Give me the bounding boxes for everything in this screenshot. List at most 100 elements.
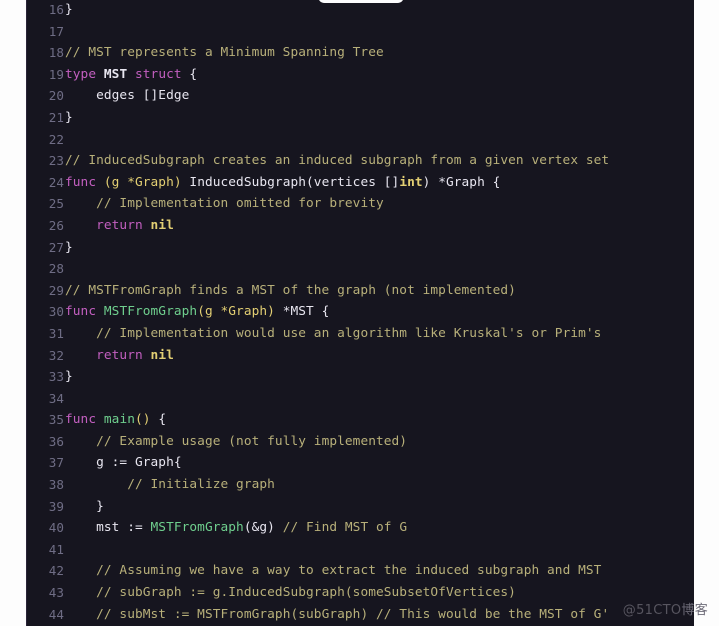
code-line[interactable]: 25 // Implementation omitted for brevity: [26, 193, 694, 215]
code-line[interactable]: 41: [26, 539, 694, 561]
line-source[interactable]: // MST represents a Minimum Spanning Tre…: [65, 42, 384, 64]
line-number: 35: [48, 412, 64, 428]
line-number: 33: [48, 369, 64, 385]
code-line[interactable]: 35 func main() {: [26, 409, 694, 431]
code-line[interactable]: 33}: [26, 366, 694, 388]
line-source[interactable]: // MSTFromGraph finds a MST of the graph…: [65, 280, 516, 302]
line-source[interactable]: return nil: [65, 345, 174, 367]
line-number: 21: [48, 109, 64, 125]
code-line[interactable]: 19 type MST struct {: [26, 64, 694, 86]
code-line[interactable]: 40 mst := MSTFromGraph(&g) // Find MST o…: [26, 517, 694, 539]
line-source[interactable]: }: [65, 496, 104, 518]
code-line[interactable]: 34: [26, 388, 694, 410]
code-token: }: [65, 498, 104, 514]
code-line[interactable]: 28: [26, 258, 694, 280]
code-line[interactable]: 36 // Example usage (not fully implement…: [26, 431, 694, 453]
code-token: g := Graph{: [65, 455, 182, 471]
line-source[interactable]: }: [65, 107, 73, 129]
code-line[interactable]: 37 g := Graph{: [26, 452, 694, 474]
code-line[interactable]: 38 // Initialize graph: [26, 474, 694, 496]
line-source[interactable]: // subMst := MSTFromGraph(subGraph) // T…: [65, 604, 609, 626]
code-line[interactable]: 39 }: [26, 496, 694, 518]
line-number: 24: [48, 174, 64, 190]
line-source[interactable]: func MSTFromGraph(g *Graph) *MST {: [65, 301, 329, 323]
code-line-list[interactable]: 16} 17 18// MST represents a Minimum Spann…: [26, 0, 694, 625]
code-line[interactable]: 23// InducedSubgraph creates an induced …: [26, 150, 694, 172]
code-line[interactable]: 21}: [26, 107, 694, 129]
code-line[interactable]: 24 func (g *Graph) InducedSubgraph(vertic…: [26, 172, 694, 194]
code-token: (&g): [243, 520, 283, 536]
line-number: 30: [48, 304, 64, 320]
code-line[interactable]: 20 edges []Edge: [26, 85, 694, 107]
code-token: return: [96, 347, 143, 363]
line-source[interactable]: type MST struct {: [65, 64, 197, 86]
code-editor-panel[interactable]: 16} 17 18// MST represents a Minimum Spann…: [26, 0, 694, 626]
line-number: 41: [48, 541, 64, 557]
code-token: InducedSubgraph(vertices []: [181, 174, 400, 190]
code-token: }: [65, 109, 73, 125]
line-source[interactable]: // Example usage (not fully implemented): [65, 431, 407, 453]
line-source[interactable]: // Implementation omitted for brevity: [65, 193, 384, 215]
code-token: main: [103, 412, 135, 428]
code-line[interactable]: 31 // Implementation would use an algori…: [26, 323, 694, 345]
code-line[interactable]: 30 func MSTFromGraph(g *Graph) *MST {: [26, 301, 694, 323]
code-line[interactable]: 22: [26, 129, 694, 151]
watermark: @51CTO博客: [623, 599, 708, 618]
code-token: MSTFromGraph: [150, 520, 244, 536]
line-source[interactable]: mst := MSTFromGraph(&g) // Find MST of G: [65, 517, 407, 539]
code-line[interactable]: 42 // Assuming we have a way to extract …: [26, 560, 694, 582]
line-source[interactable]: }: [65, 237, 73, 259]
code-line[interactable]: 27}: [26, 237, 694, 259]
line-number: 31: [48, 325, 64, 341]
line-number: 22: [48, 131, 64, 147]
code-line[interactable]: 16}: [26, 0, 694, 21]
line-source[interactable]: func main() {: [65, 409, 166, 431]
line-number: 43: [48, 585, 64, 601]
line-number: 44: [48, 606, 64, 622]
line-source[interactable]: func (g *Graph) InducedSubgraph(vertices…: [65, 172, 500, 194]
code-token: (): [135, 412, 151, 428]
line-source[interactable]: // InducedSubgraph creates an induced su…: [65, 150, 609, 172]
watermark-text-cn: 博客: [681, 603, 708, 618]
code-line[interactable]: 32 return nil: [26, 345, 694, 367]
code-token: MST: [103, 66, 128, 82]
line-number: 40: [48, 520, 64, 536]
code-line[interactable]: 44 // subMst := MSTFromGraph(subGraph) /…: [26, 604, 694, 626]
line-source[interactable]: // Implementation would use an algorithm…: [65, 323, 601, 345]
code-line[interactable]: 43 // subGraph := g.InducedSubgraph(some…: [26, 582, 694, 604]
code-token: // Initialize graph: [127, 477, 275, 493]
line-source[interactable]: }: [65, 0, 73, 21]
line-source[interactable]: return nil: [65, 215, 174, 237]
line-number: 42: [48, 563, 64, 579]
line-number: 16: [48, 2, 64, 17]
code-token: type: [65, 66, 97, 82]
code-token: }: [65, 2, 73, 17]
code-line[interactable]: 29// MSTFromGraph finds a MST of the gra…: [26, 280, 694, 302]
line-number: 28: [48, 261, 64, 277]
code-token: func: [65, 412, 97, 428]
top-overlay-pill: [318, 0, 404, 3]
code-line[interactable]: 18// MST represents a Minimum Spanning T…: [26, 42, 694, 64]
line-number: 29: [48, 282, 64, 298]
line-source[interactable]: // subGraph := g.InducedSubgraph(someSub…: [65, 582, 516, 604]
line-source[interactable]: // Assuming we have a way to extract the…: [65, 560, 601, 582]
line-source[interactable]: }: [65, 366, 73, 388]
code-line[interactable]: 17: [26, 21, 694, 43]
line-number: 38: [48, 477, 64, 493]
code-line[interactable]: 26 return nil: [26, 215, 694, 237]
line-source[interactable]: g := Graph{: [65, 452, 182, 474]
line-number: 18: [48, 45, 64, 61]
line-source[interactable]: edges []Edge: [65, 85, 189, 107]
code-token: *MST {: [274, 304, 330, 320]
line-source[interactable]: // Initialize graph: [65, 474, 275, 496]
